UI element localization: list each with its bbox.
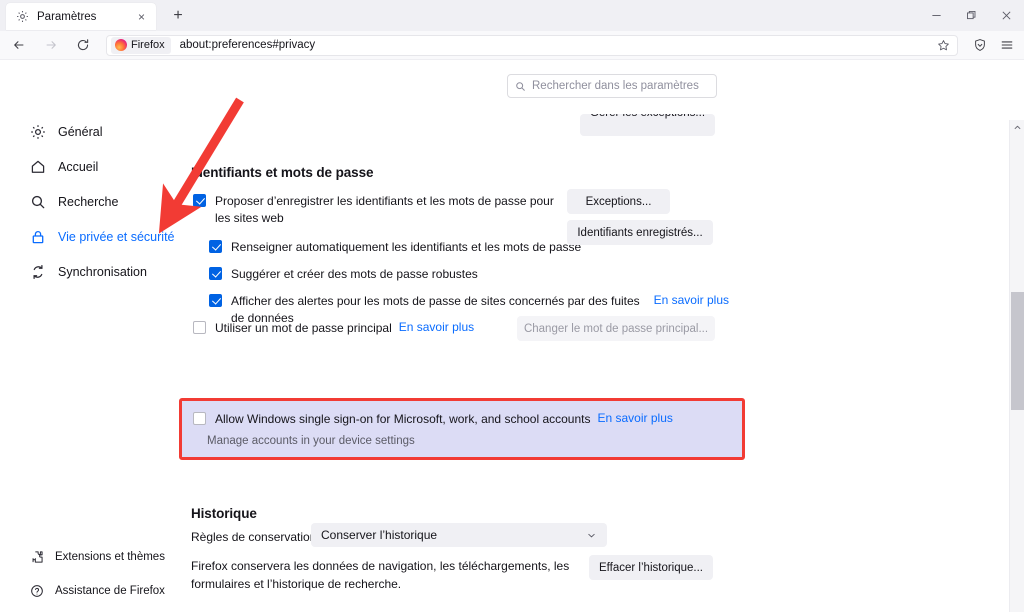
search-placeholder: Rechercher dans les paramètres <box>532 80 699 92</box>
sso-highlight-box <box>179 398 745 460</box>
close-icon[interactable]: × <box>133 8 150 25</box>
preferences-main: Rechercher dans les paramètres Gérer les… <box>179 60 1005 612</box>
gear-icon <box>29 123 47 141</box>
history-policy-label: Règles de conservation <box>191 530 317 544</box>
clear-history-button[interactable]: Effacer l’historique... <box>589 555 713 580</box>
star-icon[interactable] <box>937 39 953 52</box>
sidebar-item-assistance-de-firefox[interactable]: Assistance de Firefox <box>0 577 185 605</box>
sidebar-item-label: Vie privée et sécurité <box>58 230 175 244</box>
lock-icon <box>29 228 47 246</box>
history-policy-dropdown[interactable]: Conserver l’historique <box>311 523 607 547</box>
history-description-line2: et l’historique de recherche. <box>253 577 402 591</box>
identity-chip[interactable]: Firefox <box>111 36 171 54</box>
toolbar-right-buttons <box>966 33 1024 58</box>
checkbox-label: Allow Windows single sign-on for Microso… <box>215 412 591 426</box>
exceptions-button[interactable]: Exceptions... <box>567 189 670 214</box>
checkbox-row-generate-passwords[interactable]: Suggérer et créer des mots de passe robu… <box>209 266 609 283</box>
sidebar-item-label: Général <box>58 125 103 139</box>
sidebar-item-general[interactable]: Général <box>0 118 185 146</box>
history-policy-value: Conserver l’historique <box>321 528 438 542</box>
hamburger-menu-icon[interactable] <box>993 33 1020 58</box>
firefox-logo-icon <box>115 39 127 51</box>
checkbox-label: Renseigner automatiquement les identifia… <box>231 240 582 254</box>
url-bar[interactable]: Firefox about:preferences#privacy <box>106 34 958 56</box>
sidebar-item-label: Accueil <box>58 160 99 174</box>
forward-button[interactable] <box>37 33 64 58</box>
checkbox-label: Proposer d’enregistrer les identifiants … <box>215 194 554 225</box>
search-icon <box>515 81 526 92</box>
change-primary-password-label: Changer le mot de passe principal... <box>523 322 709 335</box>
sidebar-item-vie-privee-et-securite[interactable]: Vie privée et sécurité <box>0 223 185 251</box>
saved-logins-button[interactable]: Identifiants enregistrés... <box>567 220 713 245</box>
back-button[interactable] <box>5 33 32 58</box>
window-controls <box>919 0 1024 31</box>
sidebar-primary-nav: Général Accueil Recherche Vie privée et … <box>0 118 185 293</box>
preferences-page: Général Accueil Recherche Vie privée et … <box>0 60 1024 612</box>
learn-more-link-windows-sso[interactable]: En savoir plus <box>598 411 673 425</box>
maximize-icon[interactable] <box>954 0 989 31</box>
sidebar-item-label: Assistance de Firefox <box>55 585 165 597</box>
settings-search-wrapper: Rechercher dans les paramètres <box>507 74 717 98</box>
manage-exceptions-label: Gérer les exceptions... <box>590 114 705 119</box>
identity-label: Firefox <box>131 39 165 51</box>
sidebar-item-label: Synchronisation <box>58 265 147 279</box>
minimize-icon[interactable] <box>919 0 954 31</box>
saved-logins-button-label: Identifiants enregistrés... <box>577 226 703 239</box>
url-text: about:preferences#privacy <box>179 39 316 51</box>
exceptions-button-label: Exceptions... <box>585 195 652 208</box>
checkbox-label: Suggérer et créer des mots de passe robu… <box>231 267 478 281</box>
shield-icon[interactable] <box>966 33 993 58</box>
tab-title: Paramètres <box>37 10 97 23</box>
scroll-up-arrow-icon[interactable] <box>1010 120 1024 135</box>
sidebar-item-accueil[interactable]: Accueil <box>0 153 185 181</box>
checkbox-breach-alerts[interactable] <box>209 294 222 307</box>
manage-exceptions-button-cutoff[interactable]: Gérer les exceptions... <box>580 114 715 136</box>
scrollbar-thumb[interactable] <box>1011 292 1024 410</box>
sidebar-secondary-nav: Extensions et thèmes Assistance de Firef… <box>0 543 185 611</box>
reload-button[interactable] <box>69 33 96 58</box>
question-circle-icon <box>29 582 44 600</box>
checkbox-row-offer-to-save-logins[interactable]: Proposer d’enregistrer les identifiants … <box>193 193 558 227</box>
preferences-sidebar: Général Accueil Recherche Vie privée et … <box>0 60 185 612</box>
history-description: Firefox conservera les données de naviga… <box>191 557 591 593</box>
checkbox-offer-to-save-logins[interactable] <box>193 194 206 207</box>
navigation-toolbar: Firefox about:preferences#privacy <box>0 31 1024 60</box>
learn-more-link-primary-password[interactable]: En savoir plus <box>399 320 474 334</box>
sync-icon <box>29 263 47 281</box>
search-input[interactable]: Rechercher dans les paramètres <box>507 74 717 98</box>
gear-icon <box>15 9 30 24</box>
checkbox-windows-sso[interactable] <box>193 412 206 425</box>
sidebar-item-label: Extensions et thèmes <box>55 551 165 563</box>
checkbox-autofill-logins[interactable] <box>209 240 222 253</box>
tab-bar: Paramètres × + <box>0 0 1024 31</box>
sidebar-item-recherche[interactable]: Recherche <box>0 188 185 216</box>
search-icon <box>29 193 47 211</box>
sidebar-item-label: Recherche <box>58 195 119 209</box>
new-tab-button[interactable]: + <box>165 3 191 29</box>
passwords-section-heading: Identifiants et mots de passe <box>191 165 374 180</box>
browser-tab-parametres[interactable]: Paramètres × <box>6 3 156 30</box>
checkbox-primary-password[interactable] <box>193 321 206 334</box>
home-icon <box>29 158 47 176</box>
page-scrollbar[interactable] <box>1009 120 1024 612</box>
checkbox-generate-passwords[interactable] <box>209 267 222 280</box>
sso-description: Manage accounts in your device settings <box>207 435 415 447</box>
sidebar-item-synchronisation[interactable]: Synchronisation <box>0 258 185 286</box>
preferences-content: Gérer les exceptions... Identifiants et … <box>179 105 1005 612</box>
checkbox-label: Utiliser un mot de passe principal <box>215 321 392 335</box>
change-primary-password-button[interactable]: Changer le mot de passe principal... <box>517 316 715 341</box>
clear-history-button-label: Effacer l’historique... <box>599 561 703 574</box>
history-section-heading: Historique <box>191 506 257 521</box>
checkbox-row-primary-password[interactable]: Utiliser un mot de passe principal En sa… <box>193 320 553 337</box>
close-window-icon[interactable] <box>989 0 1024 31</box>
firefox-settings-window: Paramètres × + Firefox about:preferences… <box>0 0 1024 612</box>
puzzle-icon <box>29 548 44 566</box>
checkbox-row-autofill-logins[interactable]: Renseigner automatiquement les identifia… <box>209 239 609 256</box>
learn-more-link-breach-alerts[interactable]: En savoir plus <box>654 293 729 307</box>
chevron-down-icon <box>586 530 597 541</box>
sidebar-item-extensions-et-themes[interactable]: Extensions et thèmes <box>0 543 185 571</box>
checkbox-row-windows-sso[interactable]: Allow Windows single sign-on for Microso… <box>193 411 713 428</box>
